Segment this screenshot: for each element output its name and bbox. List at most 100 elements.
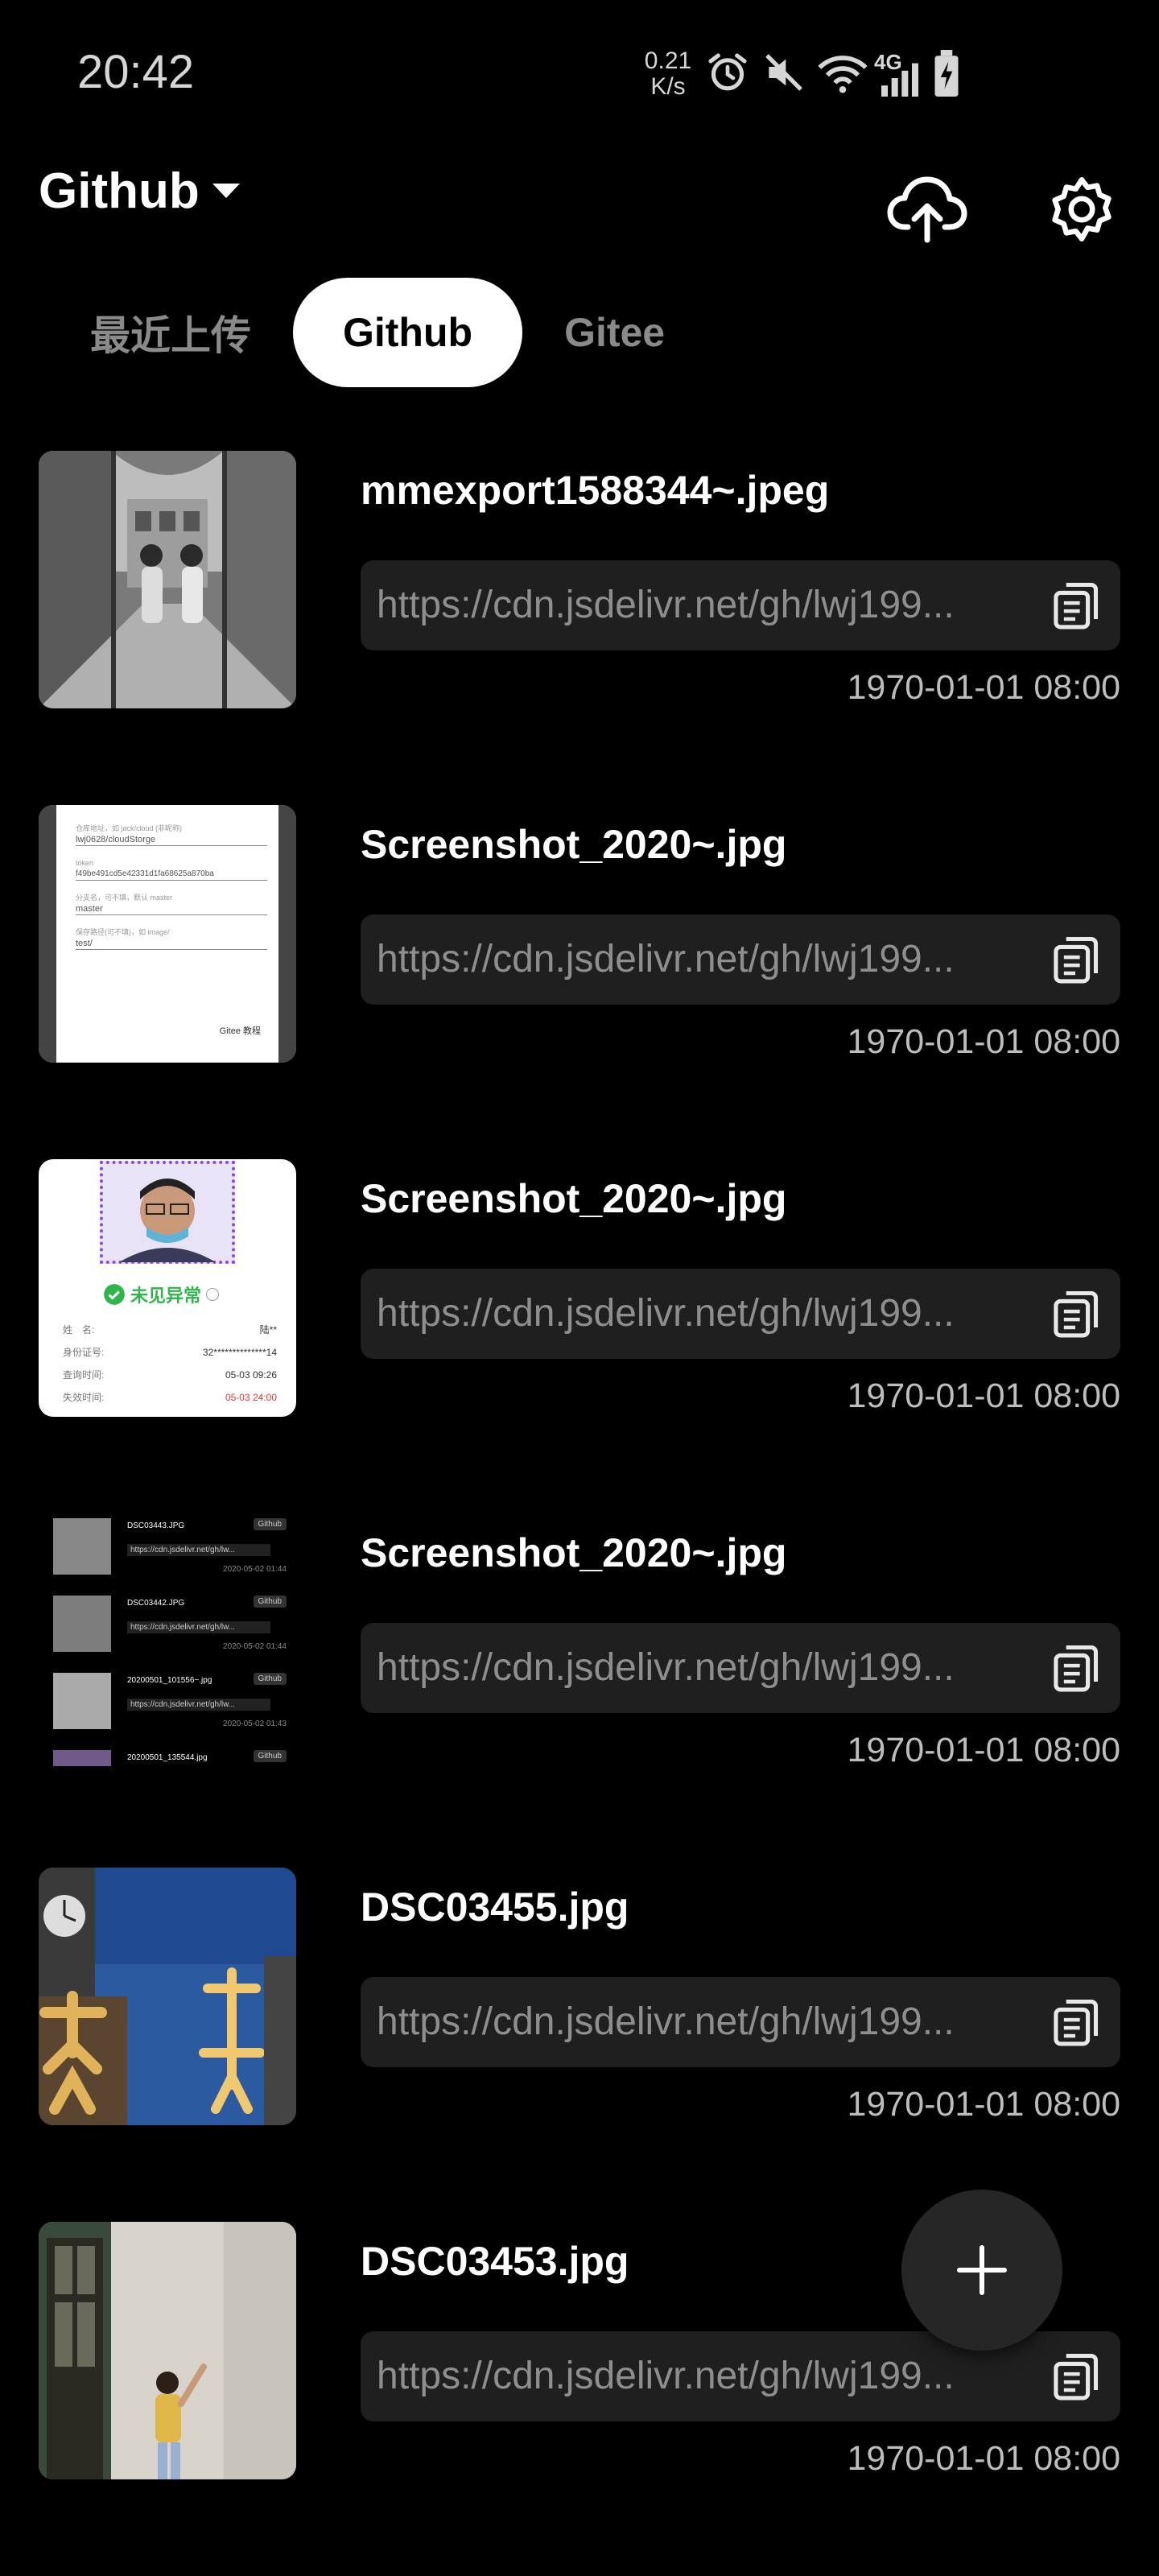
tab-gitee[interactable]: Gitee [522,278,707,387]
url-text: https://cdn.jsdelivr.net/gh/lwj199... [377,938,955,980]
copy-icon[interactable] [1048,1995,1103,2050]
network-speed: 0.21 K/s [641,48,695,100]
url-text: https://cdn.jsdelivr.net/gh/lwj199... [377,2000,955,2043]
wifi-icon [818,56,868,93]
status-time: 20:42 [77,46,195,98]
thumb-name: 20200501_101556~.jpg [127,1676,212,1685]
account-label: Github [39,163,200,219]
thumb-badge: Github [253,1518,287,1530]
thumb-value: test/ [76,938,267,950]
thumb-link: Gitee 教程 [219,1026,261,1036]
copy-icon[interactable] [1048,1641,1103,1695]
file-name: DSC03453.jpg [361,2239,629,2284]
status-bar: 20:42 0.21 K/s 4G [0,0,1159,145]
thumb-label: 姓 名: [63,1324,95,1335]
thumb-name: DSC03443.JPG [127,1521,185,1530]
thumb-name: DSC03442.JPG [127,1599,185,1608]
info-icon [206,1288,220,1301]
thumb-label: 失效时间: [63,1392,105,1403]
thumb-hint: 仓库地址，如 jack/cloud (非昵称) [76,824,183,832]
url-field[interactable]: https://cdn.jsdelivr.net/gh/lwj199... [361,1269,1120,1359]
thumb-hint: token [76,859,94,867]
upload-date: 1970-01-01 08:00 [847,1377,1120,1415]
url-field[interactable]: https://cdn.jsdelivr.net/gh/lwj199... [361,1977,1120,2067]
list-item[interactable]: DSC03443.JPG Github https://cdn.jsdelivr… [0,1513,1159,1868]
thumb-badge: Github [253,1596,287,1608]
signal-icon [881,63,918,97]
file-name: DSC03455.jpg [361,1885,629,1930]
thumb-url: https://cdn.jsdelivr.net/gh/lw... [127,1544,270,1556]
gear-icon [1052,177,1112,242]
mute-icon [765,54,802,91]
thumb-value: f49be491cd5e42331d1fa68625a870ba [76,869,267,881]
photo-bw-street [39,451,296,708]
thumb-name: 20200501_135544.jpg [127,1753,208,1762]
photo-doorway [39,2222,296,2479]
thumb-date: 2020-05-02 01:44 [223,1565,287,1574]
url-text: https://cdn.jsdelivr.net/gh/lwj199... [377,2355,955,2397]
thumb-value: 05-03 24:00 [225,1392,277,1403]
thumb-hint: 分支名，可不填，默认 master [76,894,173,902]
thumb-url: https://cdn.jsdelivr.net/gh/lw... [127,1621,270,1633]
image-thumbnail[interactable] [39,2222,296,2479]
check-circle-icon [104,1284,125,1305]
url-field[interactable]: https://cdn.jsdelivr.net/gh/lwj199... [361,560,1120,650]
copy-icon[interactable] [1048,1286,1103,1341]
file-name: Screenshot_2020~.jpg [361,1530,787,1575]
add-button[interactable] [901,2190,1062,2351]
thumb-value: master [76,903,267,915]
list-item[interactable]: 仓库地址，如 jack/cloud (非昵称) lwj0628/cloudSto… [0,805,1159,1159]
thumb-hint: 保存路径(可不填)，如 image/ [76,928,170,936]
network-speed-value: 0.21 [644,47,692,74]
photo-clock-tower [39,1868,296,2125]
thumb-date: 2020-05-02 01:44 [223,1642,287,1651]
thumb-date: 2020-05-02 01:43 [223,1719,287,1728]
tab-recent[interactable]: 最近上传 [48,278,293,387]
thumb-value: 32**************14 [202,1347,277,1358]
battery-charging-icon [934,50,959,97]
copy-icon[interactable] [1048,932,1103,987]
tab-github[interactable]: Github [293,278,523,387]
app-bar: Github [0,145,1159,282]
url-text: https://cdn.jsdelivr.net/gh/lwj199... [377,1292,955,1335]
file-name: Screenshot_2020~.jpg [361,1176,787,1221]
thumb-label: 查询时间: [63,1369,105,1381]
copy-icon[interactable] [1048,2349,1103,2404]
thumb-badge: Github [253,1673,287,1685]
url-text: https://cdn.jsdelivr.net/gh/lwj199... [377,584,955,626]
upload-date: 1970-01-01 08:00 [847,2439,1120,2478]
portrait-photo [119,1179,216,1262]
thumb-badge: Github [253,1750,287,1762]
upload-date: 1970-01-01 08:00 [847,668,1120,707]
list-item[interactable]: DSC03455.jpg https://cdn.jsdelivr.net/gh… [0,1868,1159,2222]
image-thumbnail[interactable] [39,1868,296,2125]
source-tabs: 最近上传 Github Gitee [48,278,707,387]
thumb-value: 05-03 09:26 [225,1369,277,1381]
url-field[interactable]: https://cdn.jsdelivr.net/gh/lwj199... [361,1623,1120,1713]
settings-button[interactable] [1033,161,1130,258]
url-field[interactable]: https://cdn.jsdelivr.net/gh/lwj199... [361,914,1120,1005]
thumb-value: lwj0628/cloudStorge [76,834,267,846]
image-thumbnail[interactable]: 仓库地址，如 jack/cloud (非昵称) lwj0628/cloudSto… [39,805,296,1063]
image-thumbnail[interactable]: DSC03443.JPG Github https://cdn.jsdelivr… [39,1513,296,1771]
image-thumbnail[interactable]: 未见异常 姓 名: 陆** 身份证号: 32**************14 查询时… [39,1159,296,1417]
upload-date: 1970-01-01 08:00 [847,1022,1120,1061]
upload-date: 1970-01-01 08:00 [847,2085,1120,2124]
list-item[interactable]: mmexport1588344~.jpeg https://cdn.jsdeli… [0,451,1159,805]
file-name: mmexport1588344~.jpeg [361,468,830,513]
url-text: https://cdn.jsdelivr.net/gh/lwj199... [377,1646,955,1689]
thumb-label: 身份证号: [63,1347,105,1358]
upload-date: 1970-01-01 08:00 [847,1731,1120,1769]
image-thumbnail[interactable] [39,451,296,708]
file-name: Screenshot_2020~.jpg [361,822,787,867]
alarm-icon [708,53,747,91]
account-switcher[interactable]: Github [39,163,240,220]
upload-button[interactable] [879,161,975,258]
copy-icon[interactable] [1048,578,1103,633]
cloud-upload-icon [887,176,967,243]
plus-icon [957,2245,1007,2295]
caret-down-icon [212,183,240,198]
health-status: 未见异常 [130,1286,202,1306]
network-speed-unit: K/s [650,73,686,100]
list-item[interactable]: 未见异常 姓 名: 陆** 身份证号: 32**************14 查询时… [0,1159,1159,1513]
